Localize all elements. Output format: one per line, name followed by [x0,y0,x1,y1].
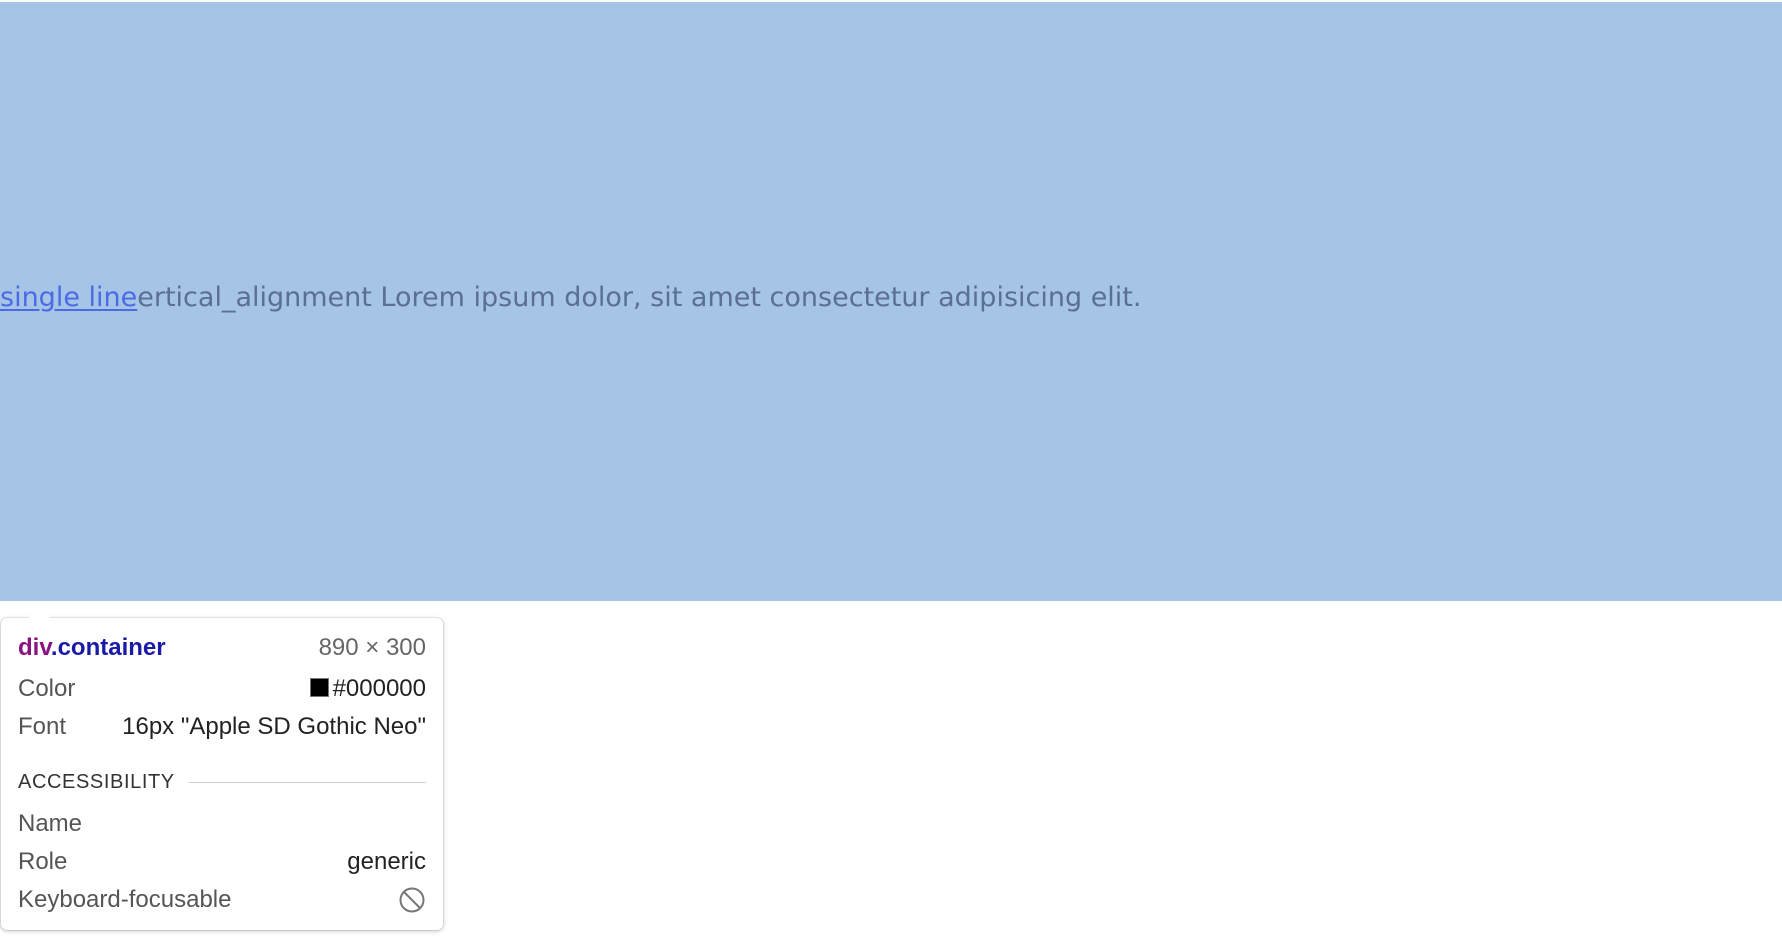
element-class: .container [50,634,166,661]
focusable-row: Keyboard-focusable [18,884,426,916]
color-label: Color [18,675,76,702]
role-row: Role generic [18,846,426,878]
focusable-label: Keyboard-focusable [18,886,232,913]
color-value-wrap: #000000 [309,675,426,703]
font-row: Font 16px "Apple SD Gothic Neo" [18,711,426,743]
font-value: 16px "Apple SD Gothic Neo" [122,713,426,740]
element-selector: div.container [18,634,166,662]
inspect-tooltip: div.container 890 × 300 Color #000000 Fo… [1,607,443,930]
content-text: ertical_alignment Lorem ipsum dolor, sit… [137,282,1142,313]
name-label: Name [18,810,83,837]
element-dimensions: 890 × 300 [318,634,426,661]
not-allowed-icon [398,886,426,914]
color-row: Color #000000 [18,673,426,705]
role-value: generic [347,848,426,875]
tooltip-arrow [28,607,50,618]
tooltip-header: div.container 890 × 300 [18,632,426,664]
element-tag: div [18,634,51,661]
accessibility-title: ACCESSIBILITY [18,770,175,793]
color-swatch [309,678,329,697]
content-line: single lineertical_alignment Lorem ipsum… [0,278,1141,318]
color-value: #000000 [332,675,426,702]
section-divider [188,781,426,783]
role-label: Role [18,848,68,875]
accessibility-section-header: ACCESSIBILITY [18,768,426,796]
name-row: Name [18,808,426,840]
font-label: Font [18,713,67,740]
single-line-link[interactable]: single line [0,282,137,313]
